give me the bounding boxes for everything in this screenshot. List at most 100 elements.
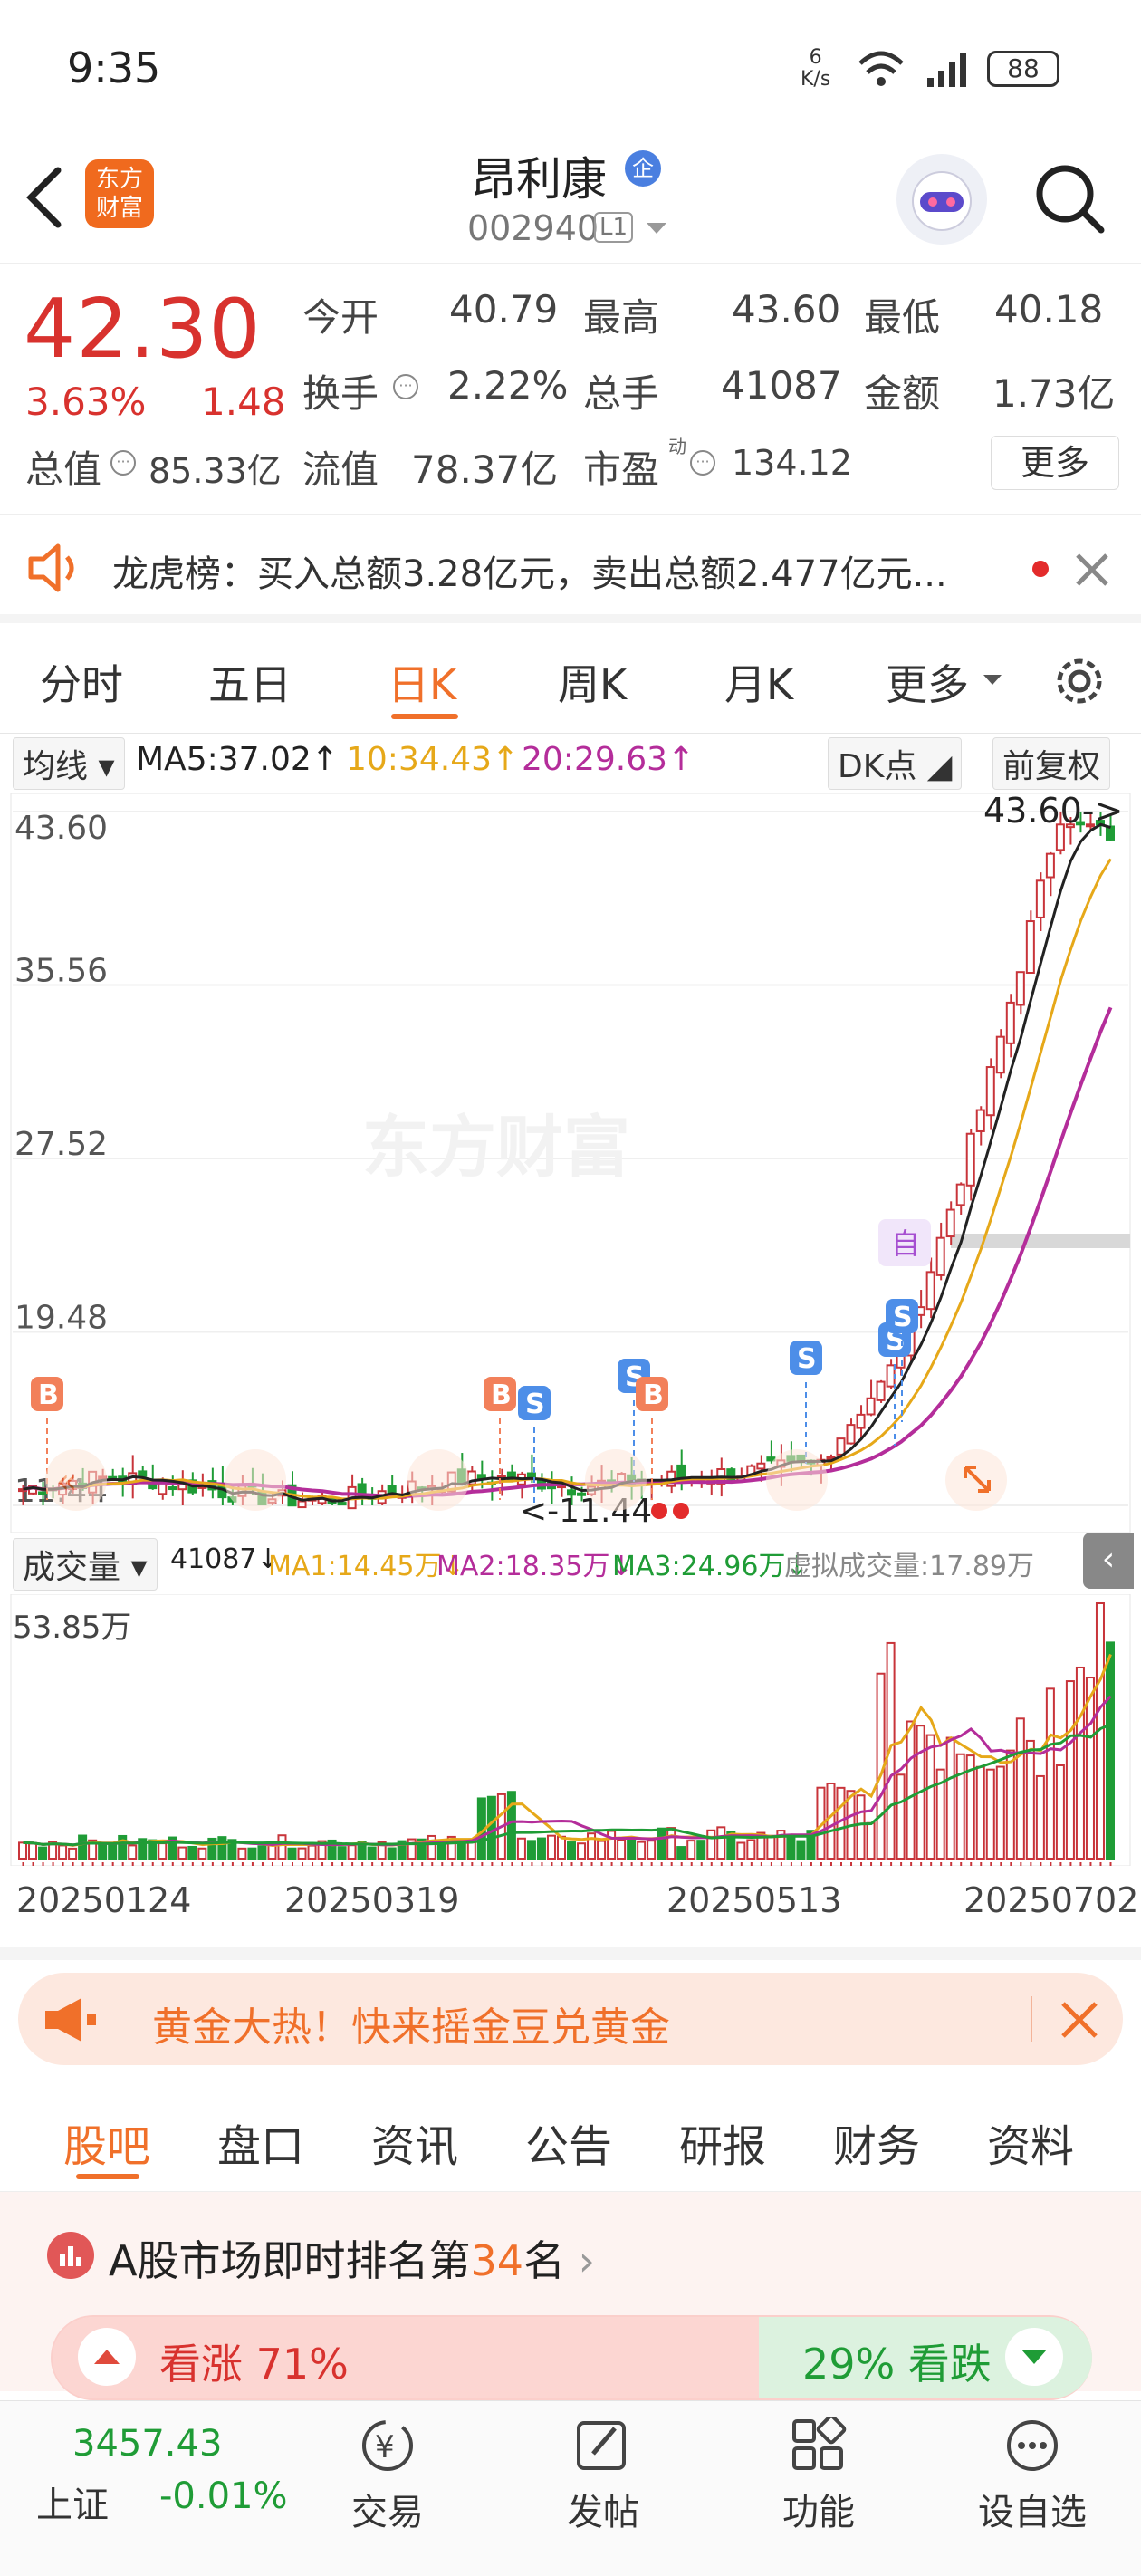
volume-bar [506, 1791, 516, 1860]
index-change[interactable]: -0.01% [159, 2475, 288, 2517]
tab-profile[interactable]: 资料 [987, 2110, 1074, 2174]
volume-bar [247, 1847, 257, 1860]
tab-more[interactable]: 更多 [886, 652, 969, 712]
unread-dot [1032, 561, 1049, 577]
vol-ma2: MA2:18.35万↓ [436, 1551, 633, 1582]
tab-announcements[interactable]: 公告 [525, 2110, 612, 2174]
ranking-icon [47, 2232, 94, 2279]
y-tick-label: 19.48 [14, 1300, 108, 1337]
back-icon[interactable] [22, 163, 67, 232]
bearish-label: 29% 看跌 [802, 2340, 992, 2389]
banner-text: 黄金大热！快来摇金豆兑黄金 [152, 2004, 670, 2051]
volume-value: 41087 [721, 363, 842, 408]
candle-body [756, 1462, 766, 1470]
change-percent: 3.63% [25, 380, 147, 424]
status-time: 9:35 [67, 43, 161, 92]
volume-bar [766, 1834, 776, 1860]
volume-bar [856, 1794, 866, 1860]
function-button[interactable]: 功能 [746, 2414, 891, 2535]
tab-news[interactable]: 资讯 [371, 2110, 458, 2174]
collapse-button[interactable]: ‹ [1083, 1533, 1134, 1589]
volume-bar [1005, 1749, 1015, 1860]
mcap-value: 85.33亿 [149, 451, 282, 491]
ma5-value: MA5:37.02↑ [136, 741, 339, 778]
news-strip[interactable]: 龙虎榜：买入总额3.28亿元，卖出总额2.477亿元... [0, 514, 1141, 623]
info-icon[interactable]: ··· [110, 450, 136, 476]
close-icon[interactable] [1060, 2000, 1099, 2040]
candle-body [1005, 1001, 1015, 1044]
candle-body [836, 1437, 846, 1456]
volume-bar [536, 1837, 546, 1860]
gear-icon[interactable] [1050, 652, 1108, 710]
volume-bar [985, 1768, 995, 1860]
trade-button[interactable]: ¥ 交易 [315, 2417, 460, 2535]
volume-bar [686, 1840, 696, 1860]
high-label: 最高 [583, 295, 660, 340]
status-bar: 9:35 6 K/s 88 [0, 0, 1141, 136]
volume-bar [647, 1840, 657, 1860]
virtual-volume: 虚拟成交量:17.89万 [784, 1551, 1034, 1582]
ma-select[interactable]: 均线 ▾ [13, 737, 125, 790]
tab-day-k[interactable]: 日K [388, 652, 456, 712]
down-arrow-icon[interactable] [1005, 2328, 1063, 2386]
date-label: 20250124 [16, 1880, 192, 1920]
quote-panel: 42.30 3.63% 1.48 今开 40.79 最高 43.60 最低 40… [0, 263, 1141, 512]
promo-banner[interactable]: 黄金大热！快来摇金豆兑黄金 [18, 1973, 1123, 2065]
volume-bar [896, 1773, 906, 1860]
stock-name: 昂利康 [471, 153, 607, 206]
candle-body [1045, 852, 1055, 879]
tab-forum[interactable]: 股吧 [63, 2110, 150, 2174]
pe-value: 134.12 [732, 443, 852, 483]
tab-financials[interactable]: 财务 [833, 2110, 920, 2174]
volume-bar [108, 1844, 118, 1860]
watermark: 东方财富 [362, 1109, 630, 1187]
robot-avatar[interactable] [896, 154, 987, 245]
volume-bar [955, 1753, 965, 1860]
volume-bar [187, 1845, 197, 1860]
wifi-icon [858, 51, 904, 86]
tab-minute[interactable]: 分时 [40, 652, 123, 712]
post-button[interactable]: 发帖 [531, 2417, 676, 2535]
tab-month-k[interactable]: 月K [724, 652, 793, 712]
turnover-label: 换手 [302, 371, 379, 416]
add-favorite-button[interactable]: 设自选 [960, 2417, 1105, 2535]
volume-bar [277, 1834, 287, 1860]
candle-body [925, 1271, 935, 1311]
volume-bar [676, 1846, 686, 1860]
signal-icon [927, 53, 966, 87]
candle-body [526, 1472, 536, 1479]
adjust-button[interactable]: 前复权 [992, 737, 1111, 790]
svg-text:«: « [56, 1461, 77, 1501]
candle-body [38, 1491, 48, 1495]
info-icon[interactable]: ··· [393, 374, 418, 399]
tab-week-k[interactable]: 周K [558, 652, 627, 712]
info-icon[interactable]: ··· [690, 450, 715, 476]
index-value[interactable]: 3457.43 [72, 2423, 222, 2465]
volume-bar [307, 1844, 317, 1860]
search-icon[interactable] [1032, 161, 1108, 237]
volume-bar [706, 1829, 716, 1860]
candle-body [856, 1413, 866, 1429]
code-dropdown-icon[interactable] [645, 219, 668, 237]
kline-chart[interactable]: 东方财富 43.6035.5627.5219.4811.44 BBSSBSSS … [0, 790, 1141, 1533]
up-arrow-icon[interactable] [78, 2328, 136, 2386]
volume-bar [637, 1841, 647, 1860]
volume-bar [337, 1846, 347, 1860]
mcap-label: 总值 [25, 447, 102, 492]
dk-point-button[interactable]: DK点 ◢ [828, 737, 963, 790]
more-button[interactable]: 更多 [991, 436, 1119, 490]
volume-select[interactable]: 成交量 ▾ [13, 1538, 158, 1591]
close-icon[interactable] [1074, 552, 1110, 588]
volume-bar [746, 1839, 756, 1860]
volume-max-label: 53.85万 [13, 1610, 131, 1646]
tab-research[interactable]: 研报 [679, 2110, 766, 2174]
price-band [951, 1234, 1130, 1248]
amount-value: 1.73亿 [992, 371, 1116, 416]
tab-five-day[interactable]: 五日 [208, 652, 292, 712]
volume-bar [28, 1842, 38, 1860]
tab-order-book[interactable]: 盘口 [217, 2110, 304, 2174]
rank-text[interactable]: A股市场即时排名第34名 › [109, 2228, 595, 2288]
volume-bar [796, 1840, 806, 1860]
bottom-bar: 3457.43 上证 -0.01% ¥ 交易 发帖 功能 设自选 [0, 2400, 1141, 2576]
index-name[interactable]: 上证 [36, 2475, 109, 2528]
